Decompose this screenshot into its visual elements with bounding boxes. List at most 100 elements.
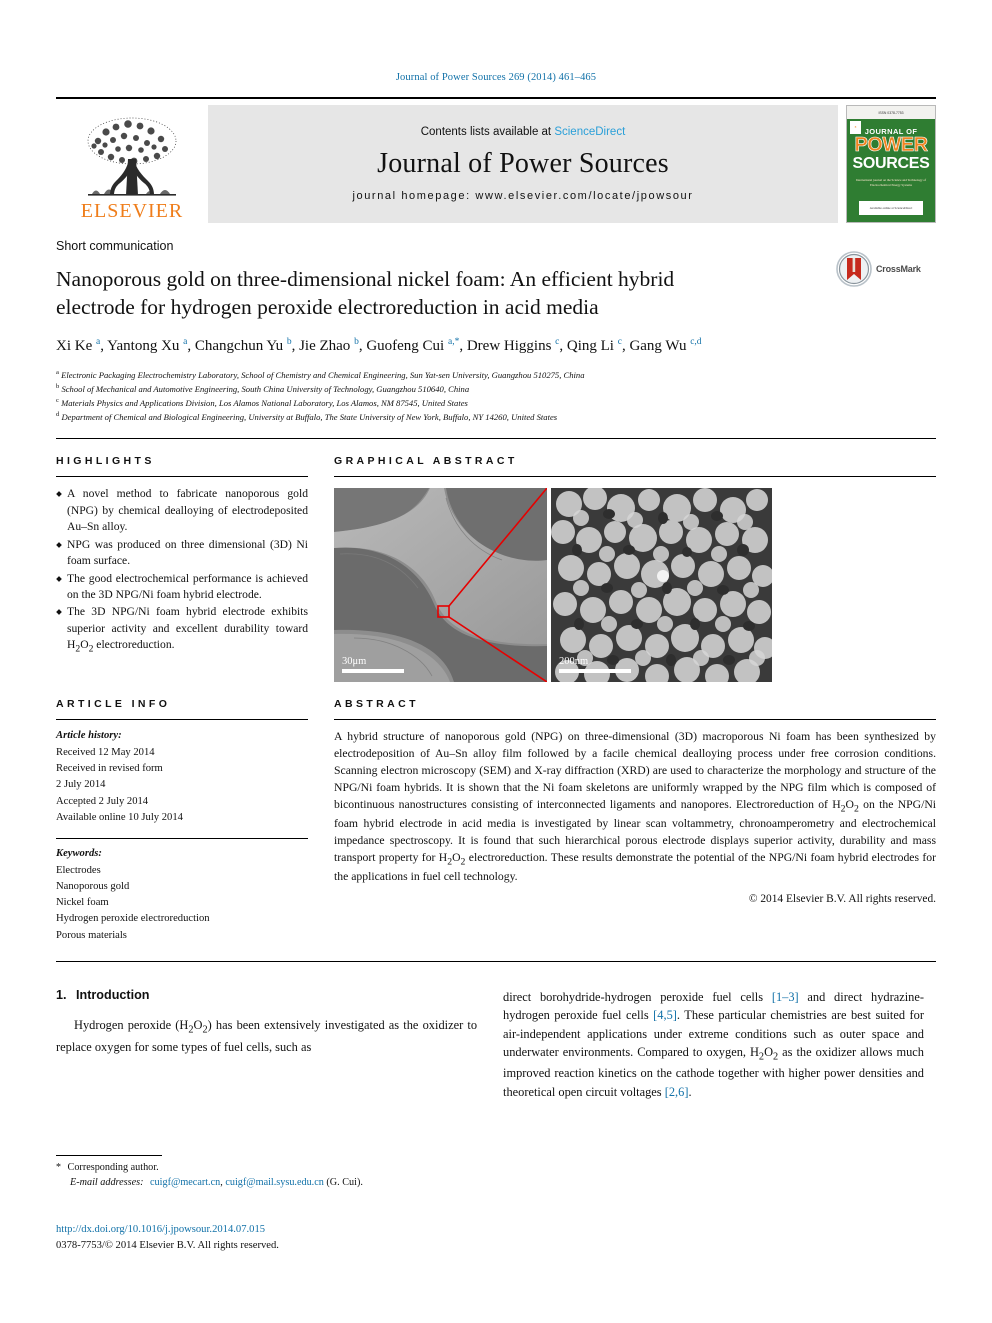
author-name: Jie Zhao (299, 337, 355, 354)
sciencedirect-link[interactable]: ScienceDirect (554, 126, 625, 138)
sem-npg-image: 200nm (551, 488, 772, 683)
affiliation-marker: c (56, 396, 59, 404)
scale-bar-right: 200nm (559, 656, 631, 674)
article-history-line: Accepted 2 July 2014 (56, 795, 149, 807)
email-link-2[interactable]: cuigf@mail.sysu.edu.cn (225, 1177, 324, 1188)
corresponding-author-footnote: * Corresponding author. E-mail addresses… (56, 1155, 477, 1191)
article-history-line: Received in revised form (56, 762, 163, 774)
body-column-left: 1. Introduction Hydrogen peroxide (H2O2)… (56, 988, 477, 1101)
graphical-abstract-rule (334, 476, 936, 478)
email-label: E-mail addresses: (70, 1176, 144, 1188)
author-name: Drew Higgins (466, 337, 556, 354)
journal-homepage-link[interactable]: journal homepage: www.elsevier.com/locat… (352, 190, 693, 202)
keyword: Electrodes (56, 864, 101, 876)
corresponding-marker: * (56, 1162, 61, 1173)
keywords-divider (56, 838, 308, 840)
highlights-band: HIGHLIGHTS A novel method to fabricate n… (56, 438, 936, 944)
affiliation-marker: d (56, 411, 60, 419)
affiliation: d Department of Chemical and Biological … (56, 411, 558, 422)
intro-paragraph-right: direct borohydride-hydrogen peroxide fue… (503, 990, 925, 1099)
author-name: Yantong Xu (107, 337, 184, 354)
journal-band: Contents lists available at ScienceDirec… (208, 105, 838, 223)
info-abstract-band: ARTICLE INFO Article history: Received 1… (56, 682, 936, 944)
sem-ni-foam-image: 30μm (334, 488, 547, 683)
citation-link[interactable]: [4,5] (653, 1008, 677, 1022)
email-line: E-mail addresses: cuigf@mecart.cn, cuigf… (56, 1176, 477, 1191)
article-history-line: Received 12 May 2014 (56, 746, 155, 758)
article-history-line: Available online 10 July 2014 (56, 811, 183, 823)
cover-blurb: International journal on the Science and… (855, 178, 927, 187)
email-suffix: (G. Cui). (323, 1176, 363, 1188)
affiliation: c Materials Physics and Applications Div… (56, 396, 468, 408)
cover-footer: Available online at ScienceDirect (859, 201, 923, 215)
scale-bar-right-line (559, 669, 631, 674)
abstract-column: ABSTRACT A hybrid structure of nanoporou… (334, 682, 936, 944)
issn-copyright: 0378-7753/© 2014 Elsevier B.V. All right… (56, 1239, 279, 1251)
journal-cover-thumbnail: ISSN 0378-7753 E JOURNAL OF POWER SOURCE… (846, 105, 936, 223)
contents-prefix: Contents lists available at (420, 126, 555, 138)
article-history: Article history: Received 12 May 2014 Rec… (56, 720, 308, 944)
body-columns: 1. Introduction Hydrogen peroxide (H2O2)… (56, 962, 936, 1101)
author-name: Xi Ke (56, 337, 96, 354)
article-history-label: Article history: (56, 730, 122, 742)
article-history-lines: Received 12 May 2014 Received in revised … (56, 745, 308, 827)
article-info-heading: ARTICLE INFO (56, 698, 171, 711)
highlight-item: The 3D NPG/Ni foam hybrid electrode exhi… (56, 604, 308, 656)
intro-paragraph-left: Hydrogen peroxide (H2O2) has been extens… (56, 1018, 478, 1054)
keyword: Porous materials (56, 929, 127, 941)
section-title: Introduction (76, 988, 150, 1003)
citation-link[interactable]: [2,6] (665, 1085, 689, 1099)
author-affiliation-marker: a (183, 336, 188, 347)
elsevier-logo: ELSEVIER (56, 105, 208, 223)
body-column-right: direct borohydride-hydrogen peroxide fue… (503, 988, 924, 1101)
cover-issn: ISSN 0378-7753 (878, 110, 904, 115)
crossmark-badge[interactable]: CrossMark (836, 249, 936, 289)
keyword: Hydrogen peroxide electroreduction (56, 913, 210, 925)
highlights-column: HIGHLIGHTS A novel method to fabricate n… (56, 439, 308, 682)
citation-link[interactable]: [1–3] (772, 990, 799, 1004)
affiliation-marker: b (56, 382, 60, 390)
author-affiliation-marker: b (286, 336, 292, 347)
author-affiliation-marker: c (555, 336, 560, 347)
crossmark-label: CrossMark (876, 264, 921, 274)
email-link-1[interactable]: cuigf@mecart.cn (150, 1177, 220, 1188)
title-block: Short communication Nanoporous gold on t… (56, 223, 936, 424)
scale-bar-left: 30μm (342, 656, 404, 674)
author-name: Guofeng Cui (366, 337, 448, 354)
author-list: Xi Ke a, Yantong Xu a, Changchun Yu b, J… (56, 336, 702, 354)
highlights-list: A novel method to fabricate nanoporous g… (56, 477, 308, 656)
sem-ni-foam-graphic (334, 488, 547, 683)
author-name: Changchun Yu (194, 337, 287, 354)
contents-available-line: Contents lists available at ScienceDirec… (421, 126, 626, 138)
affiliation-marker: a (56, 368, 59, 376)
journal-title: Journal of Power Sources (377, 148, 669, 179)
highlights-heading: HIGHLIGHTS (56, 455, 155, 468)
running-head: Journal of Power Sources 269 (2014) 461–… (395, 72, 597, 83)
affiliation: b School of Mechanical and Automotive En… (56, 382, 470, 394)
abstract-copyright: © 2014 Elsevier B.V. All rights reserved… (748, 892, 936, 905)
document-type: Short communication (56, 239, 174, 253)
doi-link[interactable]: http://dx.doi.org/10.1016/j.jpowsour.201… (56, 1222, 556, 1238)
page-title: Nanoporous gold on three-dimensional nic… (56, 267, 675, 319)
keyword: Nanoporous gold (56, 880, 130, 892)
journal-masthead: ELSEVIER Contents lists available at Sci… (56, 97, 936, 223)
graphical-abstract-column: GRAPHICAL ABSTRACT 30μm 200nm (334, 439, 936, 683)
highlight-item: A novel method to fabricate nanoporous g… (56, 486, 308, 535)
cover-top-strip: ISSN 0378-7753 (847, 106, 935, 119)
cover-line3: SOURCES (852, 155, 930, 172)
doi-block: http://dx.doi.org/10.1016/j.jpowsour.201… (56, 1222, 556, 1254)
keyword: Nickel foam (56, 897, 109, 909)
elsevier-tree-icon (87, 117, 177, 196)
author-affiliation-marker: c,d (690, 336, 702, 347)
scale-bar-right-label: 200nm (559, 655, 589, 667)
keywords-lines: Electrodes Nanoporous gold Nickel foam Hydr… (56, 863, 308, 945)
author-affiliation-marker: a (96, 336, 101, 347)
crossmark-icon (836, 251, 872, 287)
footnote-rule (56, 1155, 162, 1156)
highlight-item: NPG was produced on three dimensional (3… (56, 537, 308, 570)
graphical-abstract-heading: GRAPHICAL ABSTRACT (334, 455, 518, 468)
abstract-heading: ABSTRACT (334, 698, 419, 711)
elsevier-wordmark: ELSEVIER (80, 200, 184, 222)
scale-bar-left-label: 30μm (342, 655, 367, 667)
abstract-text: A hybrid structure of nanoporous gold (N… (334, 730, 937, 884)
